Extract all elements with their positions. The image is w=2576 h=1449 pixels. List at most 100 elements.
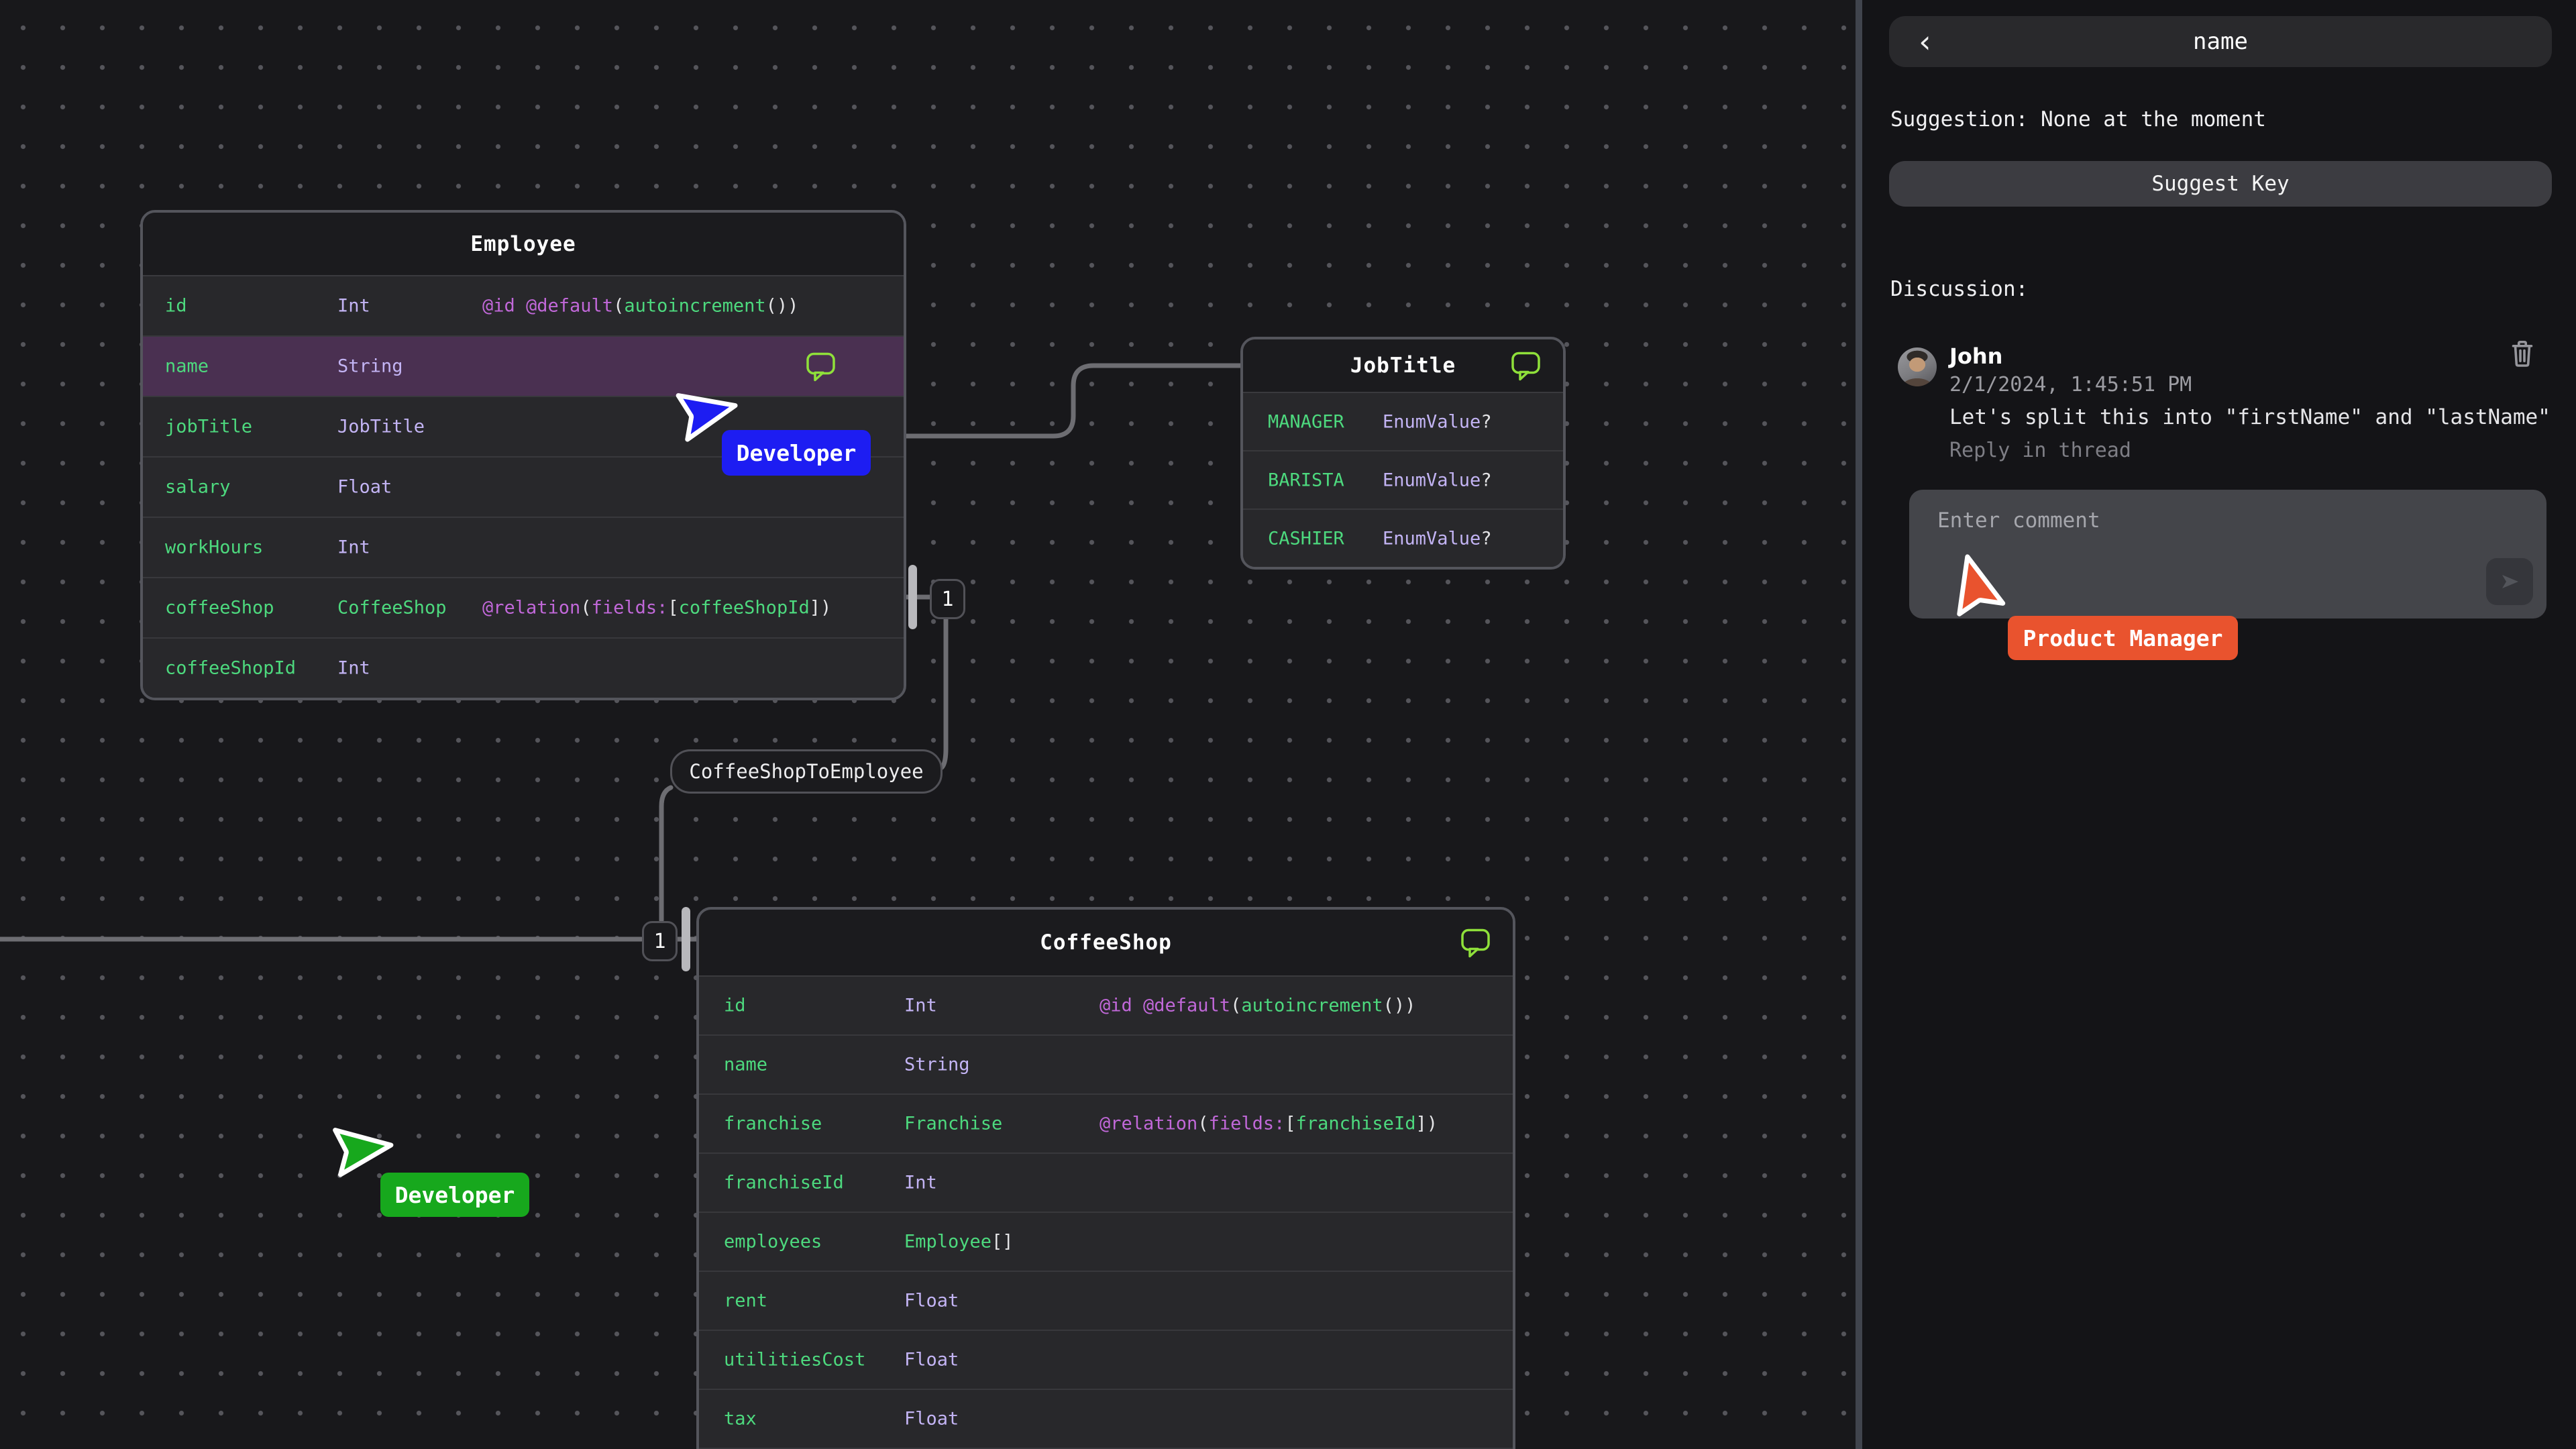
field-name: id: [724, 995, 746, 1016]
comment-text: Let's split this into "firstName" and "l…: [1949, 405, 2551, 429]
field-attributes: @relation(fields:[franchiseId]): [1099, 1113, 1438, 1134]
comment-timestamp: 2/1/2024, 1:45:51 PM: [1949, 373, 2192, 396]
field-name: franchiseId: [724, 1172, 844, 1193]
field-name: coffeeShopId: [165, 657, 297, 679]
inspector-panel: ‹ name Suggestion: None at the moment Su…: [1862, 0, 2576, 1449]
field-row-BARISTA[interactable]: BARISTA EnumValue?: [1243, 450, 1563, 508]
discussion-heading: Discussion:: [1890, 277, 2029, 301]
table-title: JobTitle: [1350, 354, 1456, 378]
field-type: Float: [904, 1290, 959, 1311]
field-type: Int: [337, 295, 370, 317]
comment-placeholder: Enter comment: [1937, 508, 2100, 533]
delete-comment-icon[interactable]: [2510, 339, 2534, 368]
cardinality-badge-one: 1: [642, 921, 678, 961]
field-row-utilitiesCost[interactable]: utilitiesCost Float: [699, 1330, 1513, 1389]
comment-input[interactable]: Enter comment: [1909, 490, 2546, 619]
app-window: Employee id Int @id @default(autoincrement…: [0, 0, 2576, 1449]
field-type: EnumValue?: [1383, 411, 1492, 432]
table-title: CoffeeShop: [1040, 930, 1172, 955]
relation-line-employee-jobtitle: [898, 363, 1245, 439]
field-name: rent: [724, 1290, 768, 1311]
comment-icon[interactable]: [1460, 927, 1491, 959]
send-icon: [2502, 575, 2518, 588]
field-type: Float: [337, 476, 392, 498]
field-row-id[interactable]: id Int @id @default(autoincrement()): [699, 977, 1513, 1034]
field-row-MANAGER[interactable]: MANAGER EnumValue?: [1243, 393, 1563, 450]
field-attributes: @relation(fields:[coffeeShopId]): [482, 597, 832, 619]
field-row-rent[interactable]: rent Float: [699, 1271, 1513, 1330]
field-row-workHours[interactable]: workHours Int: [143, 517, 904, 577]
cardinality-badge-one: 1: [930, 579, 965, 619]
field-type: Int: [337, 657, 370, 679]
field-row-franchiseId[interactable]: franchiseId Int: [699, 1152, 1513, 1212]
field-row-name[interactable]: name String: [143, 335, 904, 396]
field-name: name: [724, 1054, 768, 1075]
field-row-id[interactable]: id Int @id @default(autoincrement()): [143, 276, 904, 335]
field-name: employees: [724, 1231, 822, 1252]
panel-header: ‹ name: [1889, 16, 2552, 67]
field-row-tax[interactable]: tax Float: [699, 1389, 1513, 1448]
field-name: MANAGER: [1268, 411, 1344, 432]
field-name: coffeeShop: [165, 597, 274, 619]
field-type: String: [337, 356, 403, 377]
reply-in-thread-link[interactable]: Reply in thread: [1949, 439, 2131, 462]
field-type: CoffeeShop: [337, 597, 447, 619]
cursor-label-product-manager: Product Manager: [2008, 616, 2238, 660]
field-type: Employee[]: [904, 1231, 1014, 1252]
panel-title: name: [2193, 28, 2248, 55]
cursor-label-developer-green: Developer: [380, 1173, 529, 1217]
table-jobtitle-header[interactable]: JobTitle: [1243, 339, 1563, 393]
field-row-coffeeShop[interactable]: coffeeShop CoffeeShop @relation(fields:[co…: [143, 577, 904, 637]
cardinality-bar-employee: [908, 565, 917, 629]
comment-icon[interactable]: [1510, 350, 1542, 382]
field-row-employees[interactable]: employees Employee[]: [699, 1212, 1513, 1271]
field-name: workHours: [165, 537, 264, 558]
field-type: Int: [337, 537, 370, 558]
send-comment-button[interactable]: [2486, 558, 2533, 605]
suggest-key-button[interactable]: Suggest Key: [1889, 161, 2552, 207]
field-row-franchise[interactable]: franchise Franchise @relation(fields:[fran…: [699, 1093, 1513, 1152]
table-title: Employee: [470, 231, 576, 256]
field-name: salary: [165, 476, 231, 498]
relation-line-label-to-badge: [659, 785, 674, 923]
field-name: tax: [724, 1408, 757, 1430]
table-coffeeshop[interactable]: CoffeeShop id Int @id @default(autoincreme…: [696, 907, 1515, 1449]
suggestion-text: Suggestion: None at the moment: [1890, 107, 2266, 131]
field-name: BARISTA: [1268, 470, 1344, 490]
field-type: Franchise: [904, 1113, 1003, 1134]
cardinality-bar-coffeeshop: [682, 907, 690, 971]
field-type: JobTitle: [337, 416, 425, 437]
table-coffeeshop-header[interactable]: CoffeeShop: [699, 910, 1513, 977]
field-row-CASHIER[interactable]: CASHIER EnumValue?: [1243, 508, 1563, 567]
collaborator-cursor-green: [333, 1128, 394, 1177]
comment-author: John: [1949, 343, 2003, 369]
comment-icon[interactable]: [805, 351, 837, 382]
field-type: Float: [904, 1349, 959, 1371]
field-name: name: [165, 356, 209, 377]
field-name: CASHIER: [1268, 528, 1344, 549]
field-type: String: [904, 1054, 970, 1075]
field-type: EnumValue?: [1383, 470, 1492, 490]
field-type: EnumValue?: [1383, 528, 1492, 549]
table-employee-header[interactable]: Employee: [143, 213, 904, 276]
canvas-scrollbar[interactable]: [1856, 0, 1862, 1449]
field-name: utilitiesCost: [724, 1349, 866, 1371]
cursor-label-developer-blue: Developer: [722, 430, 871, 476]
field-type: Float: [904, 1408, 959, 1430]
collaborator-cursor-blue: [676, 393, 738, 442]
field-name: franchise: [724, 1113, 822, 1134]
field-row-coffeeShopId[interactable]: coffeeShopId Int: [143, 637, 904, 698]
relation-line-badge-to-label: [936, 613, 949, 771]
field-attributes: @id @default(autoincrement()): [482, 295, 799, 317]
avatar: [1898, 347, 1937, 386]
field-name: jobTitle: [165, 416, 253, 437]
field-name: id: [165, 295, 187, 317]
schema-canvas[interactable]: Employee id Int @id @default(autoincrement…: [0, 0, 1856, 1449]
table-jobtitle[interactable]: JobTitle MANAGER EnumValue? BARISTA EnumVal…: [1240, 337, 1566, 570]
collaborator-cursor-orange: [1957, 554, 2006, 616]
relation-label-coffeeshoptoemployee[interactable]: CoffeeShopToEmployee: [670, 749, 943, 794]
field-type: Int: [904, 1172, 937, 1193]
field-attributes: @id @default(autoincrement()): [1099, 995, 1416, 1016]
field-row-name[interactable]: name String: [699, 1034, 1513, 1093]
field-type: Int: [904, 995, 937, 1016]
